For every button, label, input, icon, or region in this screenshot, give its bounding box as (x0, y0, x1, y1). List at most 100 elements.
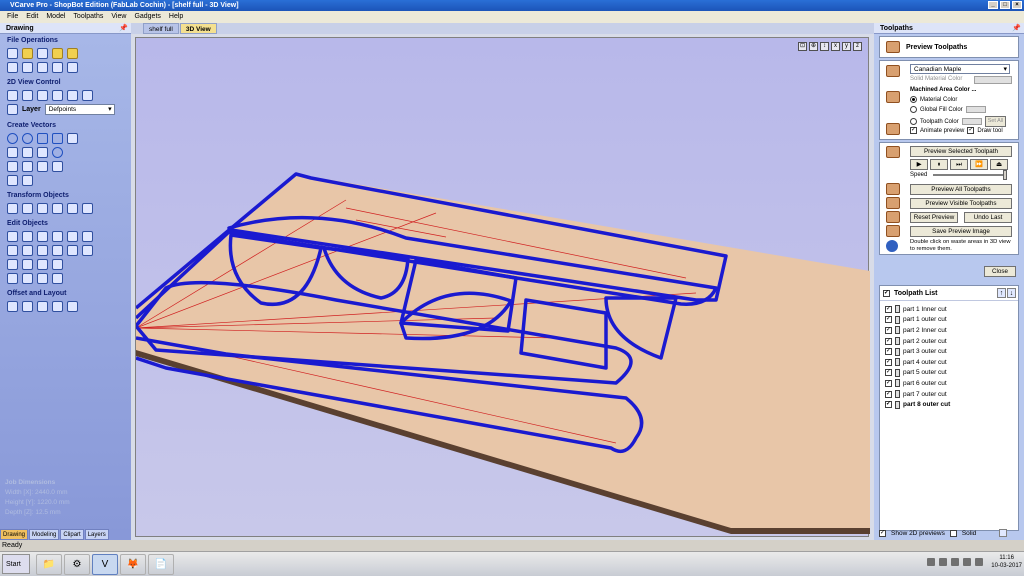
toolpath-item[interactable]: ✓ part 2 outer cut (880, 336, 1018, 347)
menu-view[interactable]: View (108, 11, 129, 23)
start-button[interactable]: Start (2, 554, 30, 574)
trim-icon[interactable] (37, 230, 48, 242)
clock[interactable]: 11:16 10-03-2017 (991, 554, 1022, 570)
tray-flag-icon[interactable] (951, 558, 960, 566)
tray-battery-icon[interactable] (975, 558, 984, 566)
layer-select[interactable]: Defpoints (44, 104, 115, 115)
vcarve-icon[interactable]: V (92, 553, 118, 575)
menu-gadgets[interactable]: Gadgets (131, 11, 163, 23)
tab-icon[interactable] (52, 272, 63, 284)
pin-icon[interactable]: 📌 (119, 23, 128, 34)
subtract-icon[interactable] (22, 244, 33, 256)
distort-icon[interactable] (67, 202, 78, 214)
measure-icon[interactable] (22, 174, 33, 186)
3d-viewport[interactable]: ⊡ ⊕ ↕ x y z (135, 37, 870, 537)
toolpath-item[interactable]: ✓ part 6 outer cut (880, 378, 1018, 389)
toolpath-item[interactable]: ✓ part 1 Inner cut (880, 304, 1018, 315)
top-view-icon[interactable]: ↕ (820, 42, 829, 51)
mirror-icon[interactable] (52, 202, 63, 214)
iso-view-icon[interactable]: ⊕ (809, 42, 818, 51)
node-edit-icon[interactable] (7, 230, 18, 242)
zoom-out-icon[interactable] (52, 89, 63, 101)
toolpath-checkbox[interactable]: ✓ (885, 305, 892, 313)
fillet-icon[interactable] (82, 230, 93, 242)
toolpath-checkbox[interactable]: ✓ (885, 358, 892, 366)
pin-icon[interactable]: 📌 (1012, 23, 1021, 34)
zoom-all-icon[interactable] (67, 89, 78, 101)
import-vectors-icon[interactable] (22, 61, 33, 73)
open-folder-icon[interactable] (22, 47, 33, 59)
folder-icon[interactable] (52, 47, 63, 59)
close-window-button[interactable]: × (1012, 1, 1022, 9)
save-preview-button[interactable]: Save Preview Image (910, 226, 1012, 237)
tray-network-icon[interactable] (939, 558, 948, 566)
menu-toolpaths[interactable]: Toolpaths (70, 11, 106, 23)
toolpath-checkbox[interactable]: ✓ (885, 379, 892, 387)
select-all-checkbox[interactable]: ✓ (883, 289, 890, 297)
text-on-curve-icon[interactable] (22, 160, 33, 172)
intersect-icon[interactable] (37, 244, 48, 256)
toolpath-color-radio[interactable] (910, 118, 917, 125)
toolpath-checkbox[interactable]: ✓ (885, 401, 892, 409)
animate-preview-checkbox[interactable]: ✓ (910, 127, 917, 134)
circular-array-icon[interactable] (52, 300, 63, 312)
offset-dashed-icon[interactable] (7, 272, 18, 284)
move-icon[interactable] (7, 202, 18, 214)
polygon-icon[interactable] (52, 132, 63, 144)
z-view-icon[interactable]: z (853, 42, 862, 51)
material-select[interactable]: Canadian Maple (910, 64, 1010, 74)
tab-modeling[interactable]: Modeling (29, 529, 60, 540)
align-icon[interactable] (82, 202, 93, 214)
set-all-button[interactable]: Set All (984, 116, 1007, 127)
toolpath-checkbox[interactable]: ✓ (885, 326, 892, 334)
toolpath-checkbox[interactable]: ✓ (885, 348, 892, 356)
speed-slider-thumb[interactable] (1003, 170, 1008, 180)
zoom-selection-icon[interactable] (82, 89, 93, 101)
close-button[interactable]: Close (984, 266, 1016, 277)
dimension-icon[interactable] (7, 174, 18, 186)
table-icon[interactable] (37, 160, 48, 172)
tab-3d-view[interactable]: 3D View (179, 23, 217, 34)
undo-last-button[interactable]: Undo Last (964, 212, 1012, 223)
toolpath-checkbox[interactable]: ✓ (885, 369, 892, 377)
toolpath-item[interactable]: ✓ part 4 outer cut (880, 357, 1018, 368)
preview-selected-button[interactable]: Preview Selected Toolpath (910, 146, 1012, 157)
menu-edit[interactable]: Edit (23, 11, 41, 23)
zoom-box-icon[interactable] (22, 89, 33, 101)
solid-checkbox[interactable] (949, 529, 957, 537)
new-file-icon[interactable] (7, 47, 18, 59)
arrow-mark-icon[interactable] (22, 258, 33, 270)
toolpath-item-selected[interactable]: ✓ part 8 outer cut (880, 399, 1018, 410)
pause-icon[interactable]: ⏸ (930, 159, 948, 170)
toolpath-item[interactable]: ✓ part 2 Inner cut (880, 325, 1018, 336)
step-icon[interactable]: ⏭ (950, 159, 968, 170)
smart-smooth-icon[interactable] (22, 230, 33, 242)
move-up-icon[interactable]: ↑ (997, 288, 1006, 298)
minimize-button[interactable]: _ (988, 1, 998, 9)
group-icon[interactable] (82, 244, 93, 256)
toolpath-checkbox[interactable]: ✓ (885, 316, 892, 324)
extend-icon[interactable] (52, 244, 63, 256)
grid-icon[interactable] (52, 160, 63, 172)
text-icon[interactable] (7, 160, 18, 172)
rectangle-icon[interactable] (37, 132, 48, 144)
job-setup-icon[interactable] (7, 61, 18, 73)
import-bitmap-icon[interactable] (37, 61, 48, 73)
global-fill-swatch[interactable] (965, 106, 986, 113)
draw-tool-checkbox[interactable]: ✓ (967, 127, 975, 134)
star-icon[interactable] (67, 132, 78, 144)
scale-icon[interactable] (37, 202, 48, 214)
tray-volume-icon[interactable] (963, 558, 972, 566)
tray-arrow-icon[interactable] (927, 558, 936, 566)
fast-forward-icon[interactable]: ⏩ (970, 159, 988, 170)
stop-icon[interactable]: ⏏ (990, 159, 1008, 170)
speed-slider[interactable] (933, 170, 1008, 180)
toolpath-checkbox[interactable]: ✓ (885, 337, 892, 345)
menu-file[interactable]: File (4, 11, 21, 23)
toolpath-item[interactable]: ✓ part 7 outer cut (880, 389, 1018, 400)
curve-icon[interactable] (22, 146, 33, 158)
global-fill-color-radio[interactable] (910, 106, 917, 113)
zoom-in-icon[interactable] (37, 89, 48, 101)
maximize-button[interactable]: □ (1000, 1, 1010, 9)
toolpath-color-swatch[interactable] (961, 118, 982, 125)
